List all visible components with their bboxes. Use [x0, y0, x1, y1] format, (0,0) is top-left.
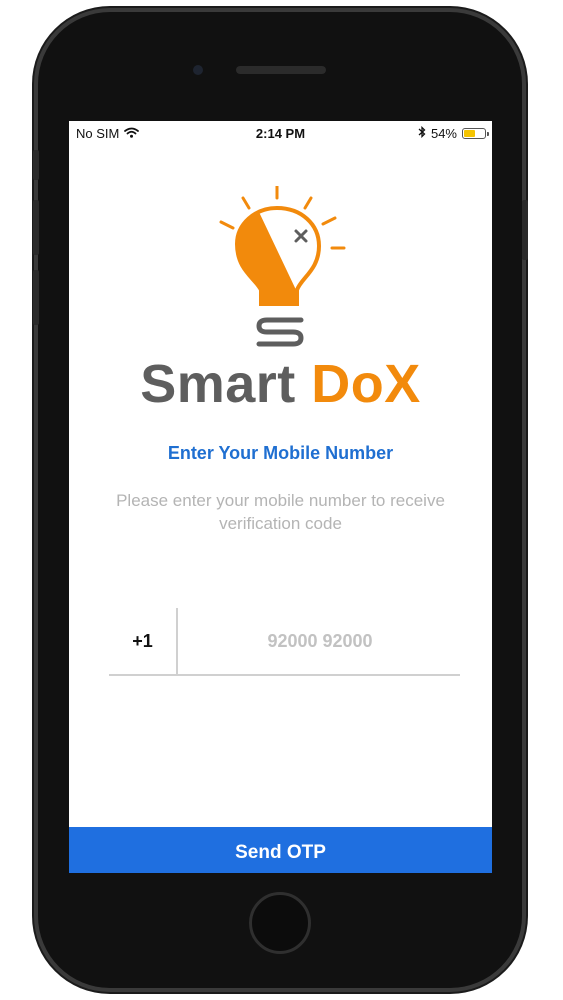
status-right: 54% — [418, 125, 489, 141]
brand-wordmark: Smart DoX — [69, 353, 492, 415]
bluetooth-icon — [418, 125, 426, 141]
instruction-text: Please enter your mobile number to recei… — [116, 491, 445, 533]
battery-tip — [487, 132, 489, 136]
brand-name-part2: DoX — [311, 354, 421, 414]
power-button — [522, 200, 528, 260]
lightbulb-logo-icon — [219, 186, 346, 347]
send-otp-button[interactable]: Send OTP — [69, 827, 492, 873]
mobile-number-input[interactable] — [180, 608, 460, 674]
status-bar: No SIM 2:14 PM 54% — [69, 121, 492, 145]
logo-ray-icon — [219, 220, 235, 230]
battery-level-fill — [464, 130, 475, 137]
battery-percent: 54% — [430, 126, 457, 141]
country-code-selector[interactable]: +1 — [109, 608, 178, 674]
app-screen: No SIM 2:14 PM 54% Smart DoX Enter Your … — [69, 121, 492, 873]
battery-icon — [462, 128, 489, 139]
volume-down-button — [33, 270, 39, 325]
front-camera — [193, 65, 203, 75]
mute-switch — [33, 150, 39, 180]
phone-number-row: +1 — [109, 608, 460, 676]
home-button[interactable] — [249, 892, 311, 954]
brand-name-part1: Smart — [140, 354, 296, 414]
earpiece-speaker — [236, 66, 326, 74]
logo-ray-icon — [241, 196, 251, 210]
page-title: Enter Your Mobile Number — [167, 443, 394, 463]
logo-ray-icon — [321, 216, 337, 226]
logo-ray-icon — [303, 196, 313, 210]
volume-up-button — [33, 200, 39, 255]
